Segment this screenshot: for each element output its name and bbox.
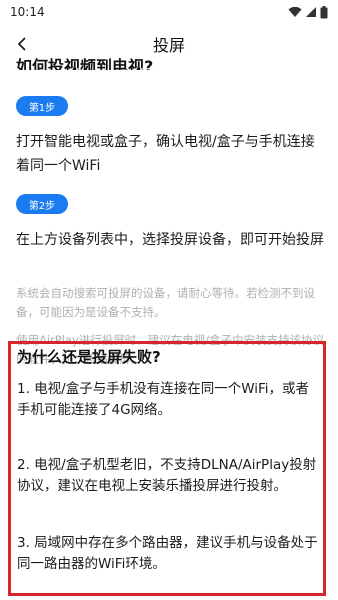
step-2-text: 在上方设备列表中，选择投屏设备，即可开始投屏 (16, 232, 324, 248)
failure-item-1: 1. 电视/盒子与手机没有连接在同一个WiFi，或者手机可能连接了4G网络。 (17, 381, 310, 418)
back-button[interactable] (10, 32, 34, 56)
wifi-icon (288, 6, 302, 17)
status-bar: 10:14 (0, 0, 338, 24)
signal-icon (306, 7, 316, 17)
status-icons (288, 5, 328, 19)
battery-icon (320, 5, 328, 18)
page-title: 投屏 (152, 36, 185, 55)
chevron-left-icon (17, 37, 26, 51)
failure-item-3: 3. 局域网中存在多个路由器，建议手机与设备处于同一路由器的WiFi环境。 (17, 535, 318, 572)
guide-heading: 如何投视频到电视? (16, 57, 154, 70)
failure-section: 为什么还是投屏失败? 1. 电视/盒子与手机没有连接在同一个WiFi，或者手机可… (8, 341, 326, 596)
note-auto-search: 系统会自动搜索可投屏的设备，请耐心等待。若检测不到设备，可能因为是设备不支持。 (16, 286, 315, 319)
step-1-badge: 第1步 (16, 96, 68, 116)
step-1-text: 打开智能电视或盒子，确认电视/盒子与手机连接着同一个WiFi (16, 134, 315, 174)
failure-title: 为什么还是投屏失败? (17, 348, 161, 366)
failure-item-2: 2. 电视/盒子机型老旧，不支持DLNA/AirPlay投射协议，建议在电视上安… (17, 457, 317, 494)
step-2-badge: 第2步 (16, 194, 68, 214)
status-time: 10:14 (10, 5, 45, 19)
